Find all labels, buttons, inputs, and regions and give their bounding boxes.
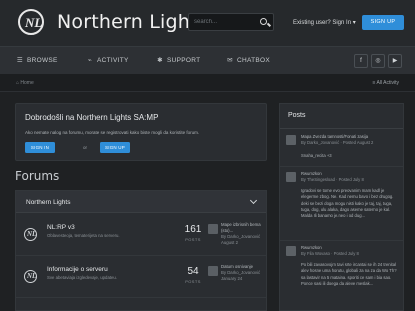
forum-category[interactable]: Northern Lights [16, 191, 266, 213]
list-icon: ☰ [16, 57, 24, 64]
post-item: Rwumzkon By Fila Wovaso · Posted July 8 … [286, 245, 400, 309]
nav-chatbox-label: CHATBOX [237, 57, 271, 64]
youtube-icon[interactable]: ▶ [388, 54, 402, 68]
last-post-title[interactable]: Mape izbrisnih bema (sto)... [221, 222, 265, 234]
welcome-signup-button[interactable]: SIGN UP [100, 142, 130, 153]
breadcrumb-home[interactable]: ⌂ Home [16, 80, 34, 86]
support-icon: ✱ [157, 57, 163, 64]
site-name[interactable]: Northern Lights [57, 11, 208, 33]
avatar[interactable] [286, 172, 296, 182]
nav-support-label: SUPPORT [167, 57, 201, 64]
forum-list: Northern Lights NL NL:RP v3 Oblavesteoja… [15, 190, 267, 311]
nav-support[interactable]: ✱ SUPPORT [156, 56, 200, 64]
forum-logo-icon: NL [24, 270, 37, 283]
signup-button[interactable]: SIGN UP [362, 15, 404, 30]
post-meta: By Fila Wovaso · Posted July 8 [301, 251, 359, 256]
post-title[interactable]: Rwumzkon [301, 171, 401, 177]
post-body: Snaha_recita +3 [301, 153, 332, 158]
post-body: Igradovi se tome evo preovanim mam kadl … [301, 188, 394, 219]
post-meta: By Darko_Jovanović · Posted August 2 [301, 140, 374, 145]
search-input[interactable] [194, 17, 254, 27]
avatar[interactable] [208, 224, 218, 234]
site-header: NL Northern Lights Existing user? Sign I… [0, 0, 415, 46]
posts-count: 54 [187, 266, 199, 277]
post-item: Rwumzkon By TheSingesload · Posted July … [286, 171, 400, 239]
forums-heading: Forums [15, 169, 60, 183]
search-box [188, 13, 274, 31]
signin-link[interactable]: Existing user? Sign In ▾ [293, 19, 356, 26]
forum-logo-icon: NL [24, 228, 37, 241]
posts-count: 161 [184, 224, 202, 235]
recent-posts-panel: Posts Mapa Zvezda tamnosti/Fonati zasija… [279, 103, 404, 311]
welcome-signin-button[interactable]: SIGN IN [25, 142, 55, 153]
facebook-icon[interactable]: f [354, 54, 368, 68]
welcome-title: Dobrodošli na Northern Lights SA:MP [25, 113, 159, 122]
divider [280, 166, 403, 167]
search-icon[interactable] [260, 18, 267, 25]
avatar[interactable] [286, 135, 296, 145]
forum-category-name[interactable]: Northern Lights [26, 199, 70, 206]
main-nav: ☰ BROWSE ⌁ ACTIVITY ✱ SUPPORT ✉ CHATBOX f ◎ … [0, 46, 415, 74]
forum-row: NL Informacije o serveru Sve abetaviaja … [16, 256, 266, 298]
posts-label: POSTS [185, 279, 201, 284]
forum-logo-mark: NL [27, 272, 37, 280]
divider [280, 240, 403, 241]
chat-icon: ✉ [227, 57, 233, 64]
welcome-box: Dobrodošli na Northern Lights SA:MP Ako … [15, 103, 267, 161]
chevron-down-icon[interactable] [249, 196, 258, 205]
forum-description: Sve abetaviaja izgledevaje, updateu. [47, 275, 117, 280]
pulse-icon: ⌁ [87, 57, 93, 64]
last-post-date: January 24 [221, 276, 243, 281]
instagram-icon[interactable]: ◎ [371, 54, 385, 68]
logo-icon[interactable]: NL [18, 9, 44, 35]
all-activity-link[interactable]: ≡ All Activity [372, 80, 399, 86]
divider [280, 128, 403, 129]
nav-activity-label: ACTIVITY [97, 57, 129, 64]
forum-row: NL NL:RP v3 Oblavesteoja, tematerijeta n… [16, 214, 266, 256]
post-title[interactable]: Rwumzkon [301, 245, 401, 251]
avatar[interactable] [286, 246, 296, 256]
forum-title[interactable]: Informacije o serveru [47, 266, 108, 273]
post-meta: By TheSingesload · Posted July 8 [301, 177, 364, 182]
forum-title[interactable]: NL:RP v3 [47, 224, 75, 231]
avatar[interactable] [208, 266, 218, 276]
post-body: Po bili zavasovojrn tavi srte ircantai s… [301, 262, 397, 286]
breadcrumb: ⌂ Home ≡ All Activity [0, 74, 415, 92]
post-title[interactable]: Mapa Zvezda tamnosti/Fonati zasija [301, 134, 401, 140]
forum-description: Oblavesteoja, tematerijeta na serveru. [47, 233, 120, 238]
posts-label: POSTS [185, 237, 201, 242]
welcome-text: Ako nemate nalog na forumu, morate se re… [25, 130, 200, 135]
forum-logo-mark: NL [27, 230, 37, 238]
logo-mark: NL [25, 15, 43, 30]
last-post-date: August 2 [221, 240, 238, 245]
or-text: or [83, 145, 88, 150]
nav-browse[interactable]: ☰ BROWSE [16, 56, 58, 64]
nav-activity[interactable]: ⌁ ACTIVITY [86, 56, 129, 64]
nav-browse-label: BROWSE [27, 57, 58, 64]
nav-chatbox[interactable]: ✉ CHATBOX [226, 56, 270, 64]
post-item: Mapa Zvezda tamnosti/Fonati zasija By Da… [286, 134, 400, 164]
posts-title: Posts [288, 112, 306, 119]
